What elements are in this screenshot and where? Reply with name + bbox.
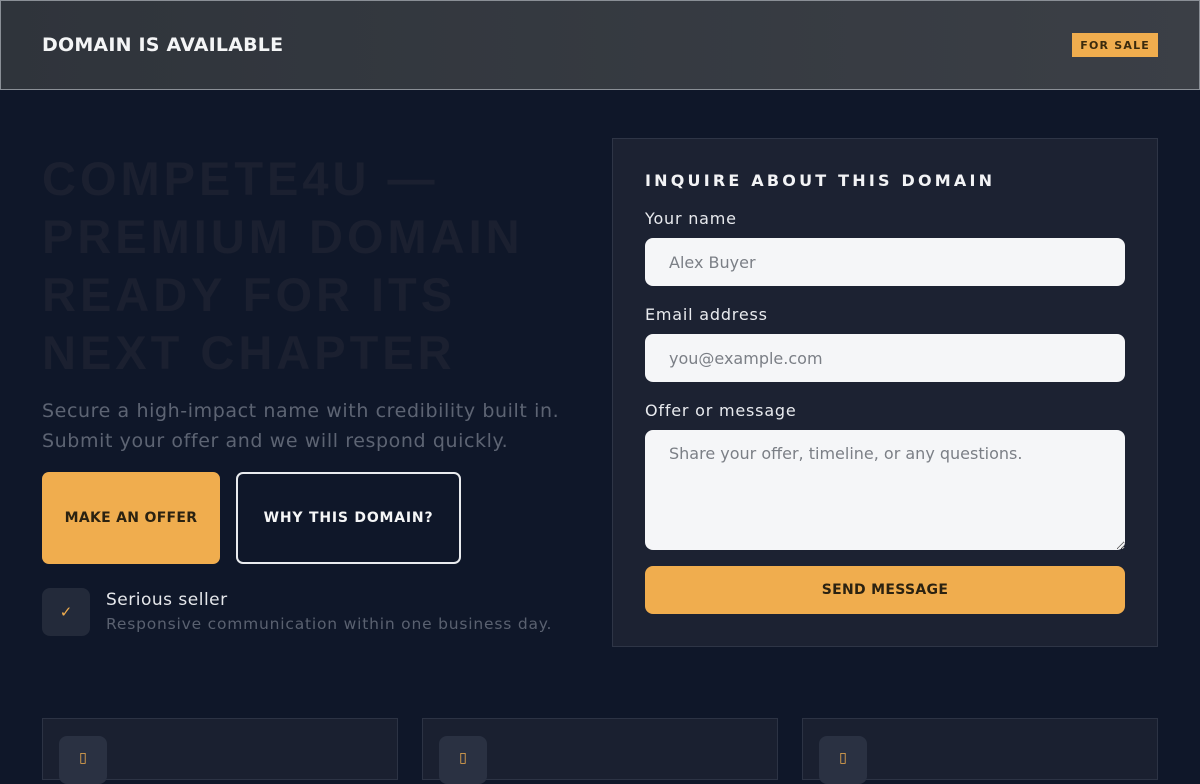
feature-icon: ▯ — [59, 736, 107, 784]
name-label: Your name — [645, 209, 737, 228]
for-sale-badge: FOR SALE — [1072, 33, 1158, 57]
why-this-domain-button[interactable]: WHY THIS DOMAIN? — [236, 472, 461, 564]
make-offer-button[interactable]: MAKE AN OFFER — [42, 472, 220, 564]
hero-subtitle: Secure a high-impact name with credibili… — [42, 400, 560, 452]
name-input[interactable] — [645, 238, 1125, 286]
check-icon: ✓ — [42, 588, 90, 636]
email-label: Email address — [645, 305, 768, 324]
message-textarea[interactable] — [645, 430, 1125, 550]
feature-icon: ▯ — [439, 736, 487, 784]
feature-card: ▯ — [42, 718, 398, 784]
send-message-button[interactable]: SEND MESSAGE — [645, 566, 1125, 614]
site-title: DOMAIN IS AVAILABLE — [42, 34, 284, 56]
form-title: INQUIRE ABOUT THIS DOMAIN — [645, 171, 996, 190]
message-label: Offer or message — [645, 401, 797, 420]
email-input[interactable] — [645, 334, 1125, 382]
hero-title: COMPETE4U — PREMIUM DOMAIN READY FOR ITS… — [42, 152, 524, 379]
inquiry-form: INQUIRE ABOUT THIS DOMAIN Your name Emai… — [612, 138, 1158, 647]
top-bar: DOMAIN IS AVAILABLE FOR SALE — [0, 0, 1200, 90]
seller-title: Serious seller — [106, 590, 228, 610]
feature-card: ▯ — [422, 718, 778, 784]
seller-description: Responsive communication within one busi… — [106, 615, 553, 633]
feature-icon: ▯ — [819, 736, 867, 784]
feature-card: ▯ — [802, 718, 1158, 784]
